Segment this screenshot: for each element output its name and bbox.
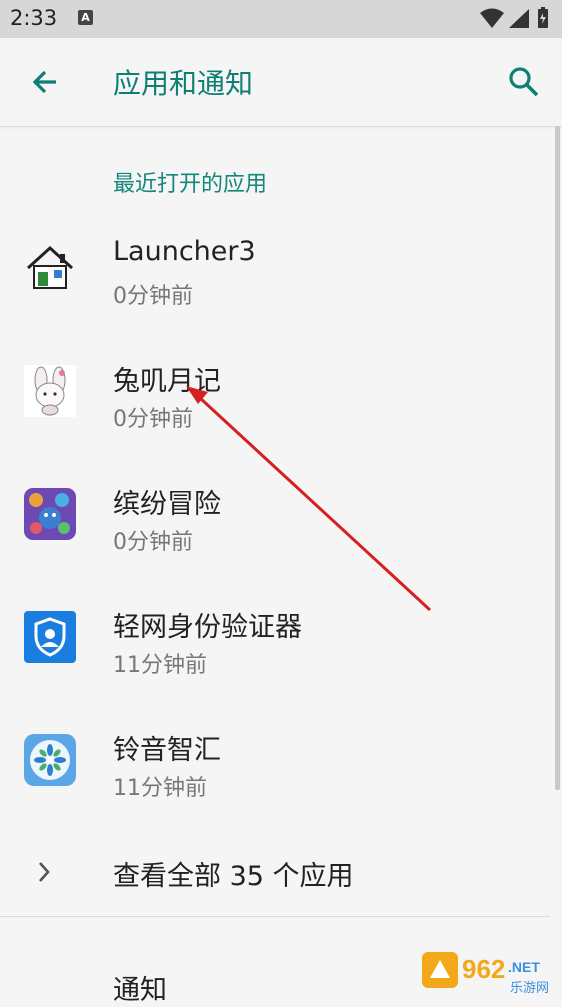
app-last-used: 0分钟前 xyxy=(113,407,193,432)
arrow-left-icon xyxy=(32,70,56,94)
page-title: 应用和通知 xyxy=(113,67,254,100)
status-time: 2:33 xyxy=(10,6,58,30)
app-row-qingwang[interactable]: 轻网身份验证器 11分钟前 xyxy=(0,587,550,697)
app-row-tuji[interactable]: 兔叽月记 0分钟前 xyxy=(0,341,550,451)
watermark-logo: 962 .NET 乐游网 xyxy=(418,948,558,998)
toolbar: 应用和通知 xyxy=(0,38,562,127)
app-row-binfen[interactable]: 缤纷冒险 0分钟前 xyxy=(0,464,550,574)
wifi-icon xyxy=(480,8,504,28)
app-last-used: 0分钟前 xyxy=(113,284,193,309)
recent-apps-header: 最近打开的应用 xyxy=(113,172,268,197)
back-button[interactable] xyxy=(28,65,62,99)
house-icon xyxy=(24,242,76,294)
app-row-lingyin[interactable]: 铃音智汇 11分钟前 xyxy=(0,710,550,820)
signal-icon xyxy=(509,9,529,28)
watermark-sub: 乐游网 xyxy=(510,981,549,996)
app-name: Launcher3 xyxy=(113,236,256,267)
app-name: 轻网身份验证器 xyxy=(113,612,302,643)
bunny-icon xyxy=(24,365,76,417)
app-name: 缤纷冒险 xyxy=(113,489,221,520)
watermark-suffix: .NET xyxy=(508,959,540,975)
status-icons xyxy=(480,7,552,35)
app-last-used: 11分钟前 xyxy=(113,776,207,801)
scrollbar[interactable] xyxy=(555,126,560,790)
battery-icon xyxy=(538,7,548,28)
notification-a-icon: A xyxy=(78,10,93,25)
app-name: 铃音智汇 xyxy=(113,735,221,766)
app-name: 兔叽月记 xyxy=(113,366,221,397)
chevron-right-icon xyxy=(34,858,54,890)
divider xyxy=(0,916,550,917)
status-bar: 2:33 A xyxy=(0,0,562,38)
see-all-apps-label: 查看全部 35 个应用 xyxy=(113,861,354,892)
app-last-used: 0分钟前 xyxy=(113,530,193,555)
watermark-number: 962 xyxy=(462,954,505,984)
app-last-used: 11分钟前 xyxy=(113,653,207,678)
see-all-apps-button[interactable]: 查看全部 35 个应用 xyxy=(0,832,550,912)
app-row-launcher3[interactable]: Launcher3 0分钟前 xyxy=(0,218,550,328)
game-icon xyxy=(24,488,76,540)
flower-icon xyxy=(24,734,76,786)
shield-user-icon xyxy=(24,611,76,663)
search-icon xyxy=(509,67,539,97)
search-button[interactable] xyxy=(506,64,542,100)
notifications-item[interactable]: 通知 xyxy=(113,968,167,1007)
